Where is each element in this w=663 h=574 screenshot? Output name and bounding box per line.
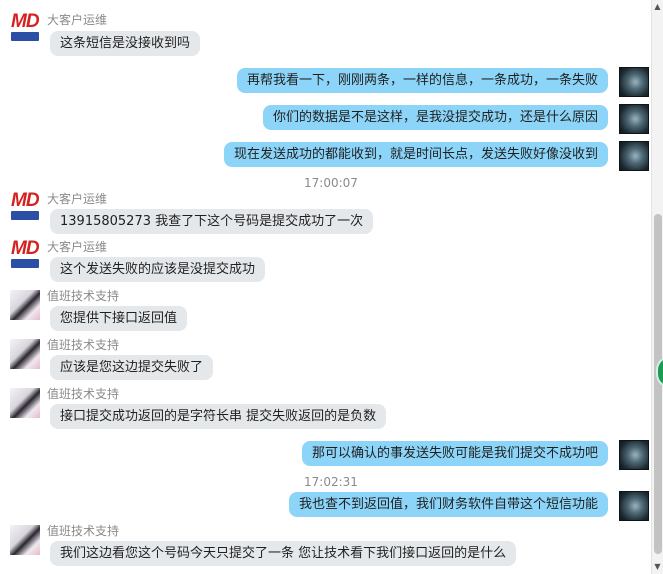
- message-bubble[interactable]: 现在发送成功的都能收到，就是时间长点，发送失败好像没收到: [223, 142, 608, 167]
- sender-name: 大客户运维: [47, 13, 108, 27]
- message-bubble[interactable]: 我也查不到返回值，我们财务软件自带这个短信功能: [288, 492, 608, 517]
- logo-stripe: [11, 259, 39, 268]
- message-bubble[interactable]: 我们这边看您这个号码今天只提交了一条 您让技术看下我们接口返回的是什么: [50, 541, 517, 566]
- md-logo: MD: [11, 11, 40, 32]
- message-bubble[interactable]: 应该是您这边提交失败了: [50, 355, 214, 380]
- self-avatar[interactable]: [619, 141, 649, 171]
- sender-name: 值班技术支持: [47, 338, 120, 352]
- sender-name: 值班技术支持: [47, 289, 120, 303]
- self-avatar[interactable]: [619, 67, 649, 97]
- message-bubble[interactable]: 这条短信是没接收到吗: [50, 31, 201, 56]
- self-avatar[interactable]: [619, 491, 649, 521]
- support-avatar[interactable]: [10, 290, 40, 320]
- message-bubble[interactable]: 你们的数据是不是这样，是我没提交成功，还是什么原因: [262, 105, 608, 130]
- message-bubble[interactable]: 再帮我看一下，刚刚两条，一样的信息，一条成功，一条失败: [236, 68, 608, 93]
- md-logo: MD: [11, 190, 40, 211]
- support-avatar[interactable]: [10, 525, 40, 555]
- support-avatar[interactable]: [10, 388, 40, 418]
- logo-stripe: [11, 32, 39, 41]
- self-avatar[interactable]: [619, 440, 649, 470]
- message-bubble[interactable]: 13915805273 我查了下这个号码是提交成功了一次: [50, 209, 374, 234]
- timestamp: 17:00:07: [304, 176, 358, 190]
- message-bubble[interactable]: 接口提交成功返回的是字符长串 提交失败返回的是负数: [50, 404, 387, 429]
- customer-avatar[interactable]: MD: [10, 11, 40, 44]
- customer-avatar[interactable]: MD: [10, 238, 40, 271]
- sender-name: 大客户运维: [47, 192, 108, 206]
- timestamp: 17:02:31: [304, 475, 358, 489]
- customer-avatar[interactable]: MD: [10, 190, 40, 223]
- message-bubble[interactable]: 那可以确认的事发送失败可能是我们提交不成功吧: [301, 441, 608, 466]
- message-bubble[interactable]: 这个发送失败的应该是没提交成功: [50, 257, 266, 282]
- scroll-down-arrow-icon[interactable]: ▼: [652, 560, 663, 574]
- chat-history[interactable]: MD 大客户运维 这条短信是没接收到吗 再帮我看一下，刚刚两条，一样的信息，一条…: [0, 0, 651, 574]
- sender-name: 大客户运维: [47, 240, 108, 254]
- md-logo: MD: [11, 238, 40, 259]
- sender-name: 值班技术支持: [47, 387, 120, 401]
- self-avatar[interactable]: [619, 104, 649, 134]
- message-bubble[interactable]: 您提供下接口返回值: [50, 306, 188, 331]
- sender-name: 值班技术支持: [47, 524, 120, 538]
- logo-stripe: [11, 211, 39, 220]
- support-avatar[interactable]: [10, 339, 40, 369]
- scroll-up-arrow-icon[interactable]: ▲: [652, 0, 663, 14]
- vertical-scrollbar[interactable]: ▲ ▼: [651, 0, 663, 574]
